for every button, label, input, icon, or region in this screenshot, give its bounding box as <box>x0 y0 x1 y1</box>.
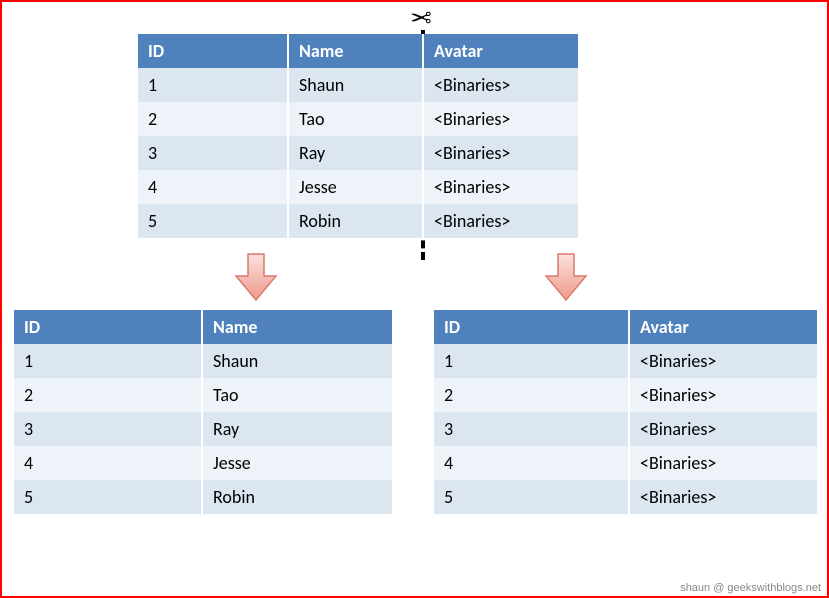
table-row: 1 Shaun <Binaries> <box>138 68 578 102</box>
table-header-row: ID Name <box>14 310 392 344</box>
col-id-header: ID <box>14 310 202 344</box>
cell-name: Robin <box>288 204 423 238</box>
cell-id: 1 <box>434 344 629 378</box>
cell-name: Tao <box>202 378 392 412</box>
source-table: ID Name Avatar 1 Shaun <Binaries> 2 Tao … <box>138 34 578 238</box>
cell-name: Robin <box>202 480 392 514</box>
cell-avatar: <Binaries> <box>629 378 817 412</box>
cell-name: Jesse <box>288 170 423 204</box>
cell-avatar: <Binaries> <box>629 446 817 480</box>
cell-avatar: <Binaries> <box>423 102 578 136</box>
table-row: 5 <Binaries> <box>434 480 817 514</box>
col-name-header: Name <box>202 310 392 344</box>
cell-avatar: <Binaries> <box>423 170 578 204</box>
cell-id: 5 <box>138 204 288 238</box>
table-row: 5 Robin <Binaries> <box>138 204 578 238</box>
cell-id: 4 <box>434 446 629 480</box>
cell-id: 1 <box>138 68 288 102</box>
cell-id: 3 <box>14 412 202 446</box>
table-header-row: ID Avatar <box>434 310 817 344</box>
cell-id: 4 <box>138 170 288 204</box>
table-row: 3 Ray <Binaries> <box>138 136 578 170</box>
cell-avatar: <Binaries> <box>423 136 578 170</box>
cell-avatar: <Binaries> <box>629 412 817 446</box>
attribution-text: shaun @ geekswithblogs.net <box>680 582 821 594</box>
cell-id: 5 <box>434 480 629 514</box>
col-avatar-header: Avatar <box>629 310 817 344</box>
cell-id: 5 <box>14 480 202 514</box>
scissors-icon: ✂ <box>410 4 432 30</box>
table-row: 3 <Binaries> <box>434 412 817 446</box>
cell-id: 3 <box>434 412 629 446</box>
cell-name: Shaun <box>288 68 423 102</box>
table-row: 2 Tao <Binaries> <box>138 102 578 136</box>
table-row: 2 <Binaries> <box>434 378 817 412</box>
cell-avatar: <Binaries> <box>423 204 578 238</box>
diagram-canvas: ✂ ID Name Avatar 1 Shaun <Binaries> 2 Ta… <box>2 2 827 596</box>
table-row: 4 Jesse <box>14 446 392 480</box>
table-header-row: ID Name Avatar <box>138 34 578 68</box>
cell-id: 1 <box>14 344 202 378</box>
cell-name: Tao <box>288 102 423 136</box>
cell-id: 4 <box>14 446 202 480</box>
cell-id: 2 <box>138 102 288 136</box>
split-table-right: ID Avatar 1 <Binaries> 2 <Binaries> 3 <B… <box>434 310 817 514</box>
split-arrow-left <box>234 252 278 302</box>
cell-id: 2 <box>434 378 629 412</box>
cell-name: Jesse <box>202 446 392 480</box>
cell-avatar: <Binaries> <box>629 344 817 378</box>
cell-avatar: <Binaries> <box>423 68 578 102</box>
col-avatar-header: Avatar <box>423 34 578 68</box>
table-row: 2 Tao <box>14 378 392 412</box>
table-row: 1 <Binaries> <box>434 344 817 378</box>
cell-name: Ray <box>288 136 423 170</box>
col-name-header: Name <box>288 34 423 68</box>
cell-id: 2 <box>14 378 202 412</box>
cell-id: 3 <box>138 136 288 170</box>
table-row: 4 <Binaries> <box>434 446 817 480</box>
col-id-header: ID <box>434 310 629 344</box>
split-table-left: ID Name 1 Shaun 2 Tao 3 Ray 4 Jesse 5 <box>14 310 392 514</box>
col-id-header: ID <box>138 34 288 68</box>
cell-avatar: <Binaries> <box>629 480 817 514</box>
split-arrow-right <box>544 252 588 302</box>
table-row: 3 Ray <box>14 412 392 446</box>
table-row: 1 Shaun <box>14 344 392 378</box>
table-row: 5 Robin <box>14 480 392 514</box>
cell-name: Shaun <box>202 344 392 378</box>
table-row: 4 Jesse <Binaries> <box>138 170 578 204</box>
cell-name: Ray <box>202 412 392 446</box>
